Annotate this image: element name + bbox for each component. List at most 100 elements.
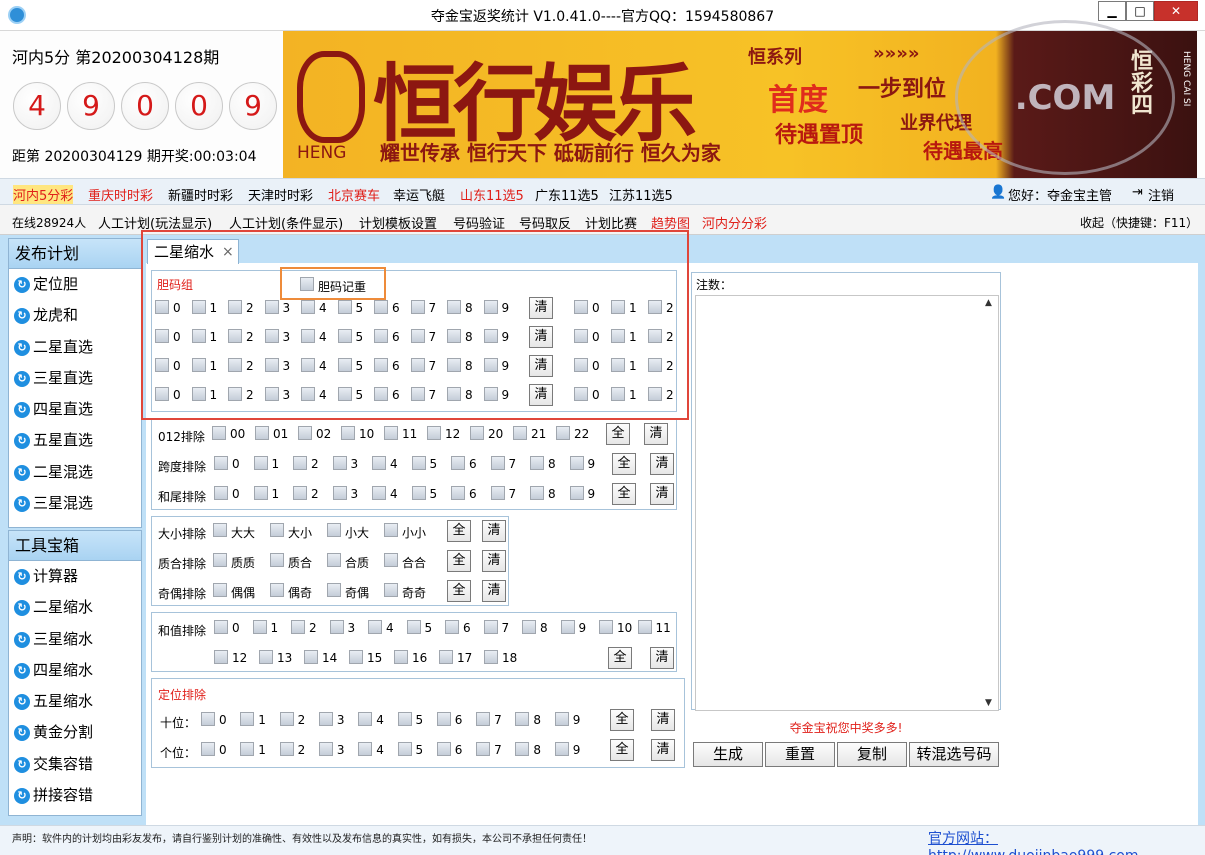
- r012-checkbox[interactable]: [556, 426, 570, 440]
- tens-checkbox[interactable]: [436, 712, 451, 726]
- prime-checkbox[interactable]: [213, 553, 227, 567]
- r012-checkbox[interactable]: [298, 426, 312, 440]
- hewei-checkbox[interactable]: [253, 486, 268, 500]
- size-checkbox[interactable]: [327, 523, 341, 537]
- span-checkbox[interactable]: [253, 456, 268, 470]
- sum-checkbox[interactable]: [214, 620, 228, 634]
- size-checkbox[interactable]: [270, 523, 284, 537]
- sum-checkbox[interactable]: [560, 620, 575, 634]
- hewei-checkbox[interactable]: [214, 486, 228, 500]
- parity-checkbox[interactable]: [327, 583, 341, 597]
- sidebar-item-erxing-suoshui[interactable]: ↻ 二星缩水: [9, 592, 141, 623]
- logout-link[interactable]: 注销: [1148, 185, 1174, 204]
- tens-checkbox[interactable]: [201, 712, 215, 726]
- sidebar-item-sixing-suoshui[interactable]: ↻ 四星缩水: [9, 655, 141, 686]
- convert-mixed-button[interactable]: 转混选号码: [909, 742, 999, 767]
- span-checkbox[interactable]: [332, 456, 347, 470]
- span-checkbox[interactable]: [411, 456, 426, 470]
- close-button[interactable]: ✕: [1154, 1, 1198, 21]
- span-checkbox[interactable]: [372, 456, 386, 470]
- tens-checkbox[interactable]: [240, 712, 255, 726]
- sum-checkbox[interactable]: [439, 650, 453, 664]
- ones-checkbox[interactable]: [318, 742, 333, 756]
- prime-all-button[interactable]: 全: [447, 550, 471, 572]
- tens-all-button[interactable]: 全: [610, 709, 634, 731]
- sum-checkbox[interactable]: [214, 650, 228, 664]
- collapse-toggle[interactable]: 收起（快捷键：F11）: [1080, 214, 1198, 231]
- sum-checkbox[interactable]: [304, 650, 318, 664]
- notes-textarea[interactable]: [695, 295, 999, 711]
- span-clear-button[interactable]: 清: [650, 453, 674, 475]
- prime-checkbox[interactable]: [270, 553, 284, 567]
- prime-checkbox[interactable]: [327, 553, 341, 567]
- r012-checkbox[interactable]: [255, 426, 269, 440]
- ones-checkbox[interactable]: [476, 742, 491, 756]
- lottery-hanoi5[interactable]: 河内5分彩: [13, 185, 74, 204]
- sum-clear-button[interactable]: 清: [650, 647, 674, 669]
- sum-checkbox[interactable]: [329, 620, 344, 634]
- hewei-checkbox[interactable]: [372, 486, 386, 500]
- tens-checkbox[interactable]: [358, 712, 373, 726]
- ones-clear-button[interactable]: 清: [651, 739, 675, 761]
- sidebar-item-sanxing-zhixuan[interactable]: ↻ 三星直选: [9, 363, 141, 394]
- tens-clear-button[interactable]: 清: [651, 709, 675, 731]
- ones-checkbox[interactable]: [201, 742, 215, 756]
- ones-checkbox[interactable]: [279, 742, 294, 756]
- website-link[interactable]: 官方网站：http://www.duojinbao999.com: [928, 828, 1205, 855]
- span-checkbox[interactable]: [530, 456, 544, 470]
- tens-checkbox[interactable]: [554, 712, 569, 726]
- minimize-button[interactable]: ▁: [1098, 1, 1126, 21]
- sum-checkbox[interactable]: [394, 650, 408, 664]
- lottery-guangdong-11x5[interactable]: 广东11选5: [535, 185, 599, 204]
- scroll-down-icon[interactable]: ▼: [985, 698, 992, 708]
- scroll-up-icon[interactable]: ▲: [985, 298, 992, 308]
- ones-all-button[interactable]: 全: [610, 739, 634, 761]
- lottery-xinjiang[interactable]: 新疆时时彩: [168, 185, 233, 204]
- sidebar-item-sanxing-suoshui[interactable]: ↻ 三星缩水: [9, 624, 141, 655]
- menu-hanoi-ffc[interactable]: 河内分分彩: [702, 213, 767, 232]
- r012-checkbox[interactable]: [212, 426, 226, 440]
- span-checkbox[interactable]: [293, 456, 307, 470]
- hewei-checkbox[interactable]: [451, 486, 465, 500]
- prime-clear-button[interactable]: 清: [482, 550, 506, 572]
- hewei-checkbox[interactable]: [490, 486, 505, 500]
- hewei-clear-button[interactable]: 清: [650, 483, 674, 505]
- tens-checkbox[interactable]: [397, 712, 412, 726]
- sum-checkbox[interactable]: [637, 620, 652, 634]
- size-all-button[interactable]: 全: [447, 520, 471, 542]
- sidebar-item-calculator[interactable]: ↻ 计算器: [9, 561, 141, 592]
- r012-clear-button[interactable]: 清: [644, 423, 668, 445]
- tens-checkbox[interactable]: [318, 712, 333, 726]
- lottery-jiangsu-11x5[interactable]: 江苏11选5: [609, 185, 673, 204]
- ones-checkbox[interactable]: [397, 742, 412, 756]
- copy-button[interactable]: 复制: [837, 742, 907, 767]
- ones-checkbox[interactable]: [515, 742, 530, 756]
- generate-button[interactable]: 生成: [693, 742, 763, 767]
- parity-checkbox[interactable]: [270, 583, 284, 597]
- hewei-all-button[interactable]: 全: [612, 483, 636, 505]
- sum-checkbox[interactable]: [259, 650, 273, 664]
- r012-checkbox[interactable]: [341, 426, 355, 440]
- sum-checkbox[interactable]: [522, 620, 536, 634]
- sum-checkbox[interactable]: [291, 620, 305, 634]
- lottery-beijing-racing[interactable]: 北京赛车: [328, 185, 380, 204]
- prime-checkbox[interactable]: [384, 553, 398, 567]
- hewei-checkbox[interactable]: [293, 486, 307, 500]
- sum-all-button[interactable]: 全: [608, 647, 632, 669]
- sidebar-item-dingweidan[interactable]: ↻ 定位胆: [9, 269, 141, 300]
- tens-checkbox[interactable]: [476, 712, 491, 726]
- span-checkbox[interactable]: [569, 456, 584, 470]
- sidebar-item-wuxing-zhixuan[interactable]: ↻ 五星直选: [9, 425, 141, 456]
- sidebar-item-sixing-zhixuan[interactable]: ↻ 四星直选: [9, 394, 141, 425]
- span-checkbox[interactable]: [490, 456, 505, 470]
- size-clear-button[interactable]: 清: [482, 520, 506, 542]
- lottery-tianjin[interactable]: 天津时时彩: [248, 185, 313, 204]
- ones-checkbox[interactable]: [554, 742, 569, 756]
- sidebar-item-wuxing-suoshui[interactable]: ↻ 五星缩水: [9, 686, 141, 717]
- sidebar-item-sanxing-hunxuan[interactable]: ↻ 三星混选: [9, 488, 141, 519]
- parity-checkbox[interactable]: [384, 583, 398, 597]
- parity-all-button[interactable]: 全: [447, 580, 471, 602]
- sidebar-item-golden-split[interactable]: ↻ 黄金分割: [9, 717, 141, 748]
- r012-all-button[interactable]: 全: [606, 423, 630, 445]
- size-checkbox[interactable]: [213, 523, 227, 537]
